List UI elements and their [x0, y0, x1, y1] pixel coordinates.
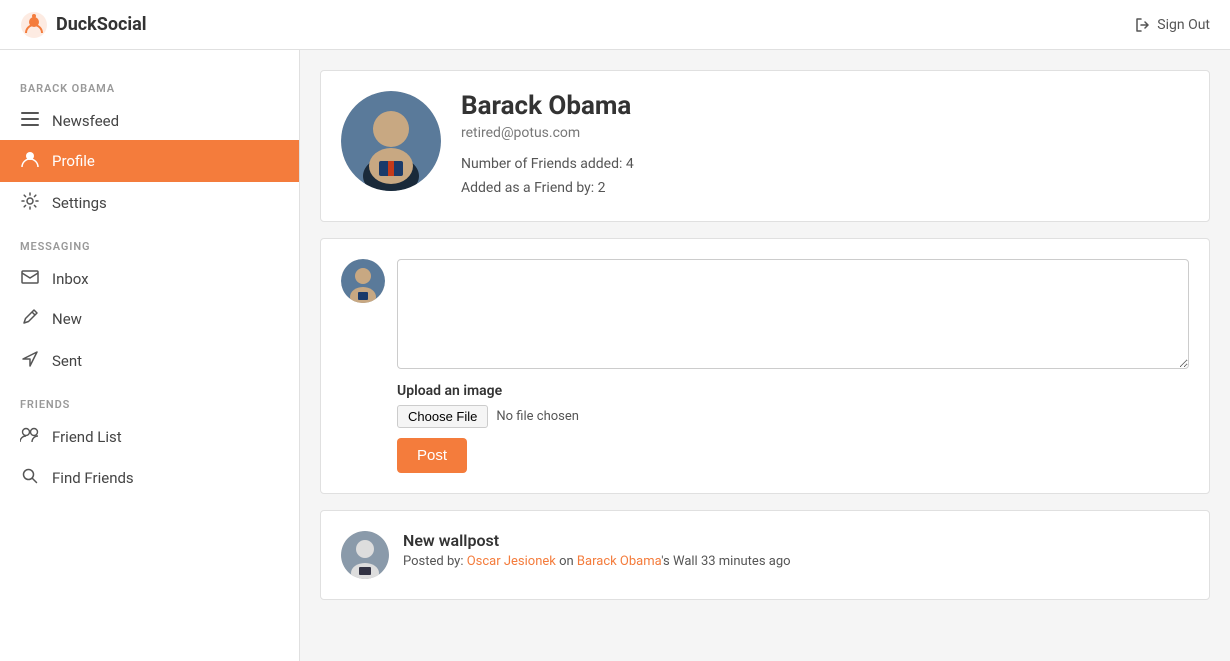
on-text: on: [556, 554, 577, 569]
sidebar-item-friend-list[interactable]: Friend List: [0, 417, 299, 457]
content-area: Barack Obama retired@potus.com Number of…: [300, 50, 1230, 661]
avatar: [341, 91, 441, 191]
logo: DuckSocial: [20, 11, 147, 39]
sidebar-label-friend-list: Friend List: [52, 428, 122, 446]
profile-icon: [20, 150, 40, 172]
profile-friends-added: Number of Friends added: 4: [461, 153, 634, 177]
sent-icon: [20, 350, 40, 372]
newsfeed-icon: [20, 111, 40, 130]
post-avatar: [341, 259, 385, 303]
profile-added-by: Added as a Friend by: 2: [461, 177, 634, 201]
sidebar-item-sent[interactable]: Sent: [0, 340, 299, 382]
wallpost-content: New wallpost Posted by: Oscar Jesionek o…: [403, 531, 791, 569]
wallpost-avatar: [341, 531, 389, 579]
sidebar: BARACK OBAMA Newsfeed Profile Settings M…: [0, 50, 300, 661]
no-file-text: No file chosen: [496, 409, 579, 424]
post-form: Upload an image Choose File No file chos…: [397, 259, 1189, 473]
meta-prefix: Posted by:: [403, 554, 467, 569]
sidebar-label-settings: Settings: [52, 194, 107, 212]
settings-icon: [20, 192, 40, 214]
wall-suffix: 's Wall 33 minutes ago: [661, 554, 790, 569]
profile-info: Barack Obama retired@potus.com Number of…: [461, 91, 634, 201]
sign-out-icon: [1135, 17, 1151, 33]
sidebar-label-inbox: Inbox: [52, 270, 89, 288]
sidebar-item-inbox[interactable]: Inbox: [0, 259, 299, 298]
messaging-section-label: MESSAGING: [0, 224, 299, 259]
main-layout: BARACK OBAMA Newsfeed Profile Settings M…: [0, 50, 1230, 661]
profile-email: retired@potus.com: [461, 125, 634, 141]
inbox-icon: [20, 269, 40, 288]
post-button[interactable]: Post: [397, 438, 467, 473]
app-name: DuckSocial: [56, 14, 147, 35]
user-section-label: BARACK OBAMA: [0, 66, 299, 101]
sidebar-item-settings[interactable]: Settings: [0, 182, 299, 224]
file-input-row: Choose File No file chosen: [397, 405, 1189, 428]
friends-section-label: FRIENDS: [0, 382, 299, 417]
sign-out-button[interactable]: Sign Out: [1135, 17, 1210, 33]
logo-icon: [20, 11, 48, 39]
choose-file-button[interactable]: Choose File: [397, 405, 488, 428]
wallpost-title: New wallpost: [403, 531, 791, 550]
sidebar-label-profile: Profile: [52, 152, 95, 170]
upload-label: Upload an image: [397, 383, 1189, 399]
sidebar-item-new[interactable]: New: [0, 298, 299, 340]
poster-link[interactable]: Oscar Jesionek: [467, 554, 556, 569]
new-message-icon: [20, 308, 40, 330]
sidebar-label-new: New: [52, 310, 82, 328]
sidebar-label-find-friends: Find Friends: [52, 469, 134, 487]
post-form-card: Upload an image Choose File No file chos…: [320, 238, 1210, 494]
header: DuckSocial Sign Out: [0, 0, 1230, 50]
sidebar-item-profile[interactable]: Profile: [0, 140, 299, 182]
sidebar-label-newsfeed: Newsfeed: [52, 112, 119, 130]
sidebar-label-sent: Sent: [52, 352, 82, 370]
wall-owner-link[interactable]: Barack Obama: [577, 554, 661, 569]
profile-card: Barack Obama retired@potus.com Number of…: [320, 70, 1210, 222]
friend-list-icon: [20, 427, 40, 447]
wallpost-card: New wallpost Posted by: Oscar Jesionek o…: [320, 510, 1210, 600]
sidebar-item-find-friends[interactable]: Find Friends: [0, 457, 299, 499]
profile-name: Barack Obama: [461, 91, 634, 121]
find-friends-icon: [20, 467, 40, 489]
sidebar-item-newsfeed[interactable]: Newsfeed: [0, 101, 299, 140]
wallpost-meta: Posted by: Oscar Jesionek on Barack Obam…: [403, 554, 791, 569]
sign-out-label: Sign Out: [1157, 17, 1210, 33]
post-textarea[interactable]: [397, 259, 1189, 369]
